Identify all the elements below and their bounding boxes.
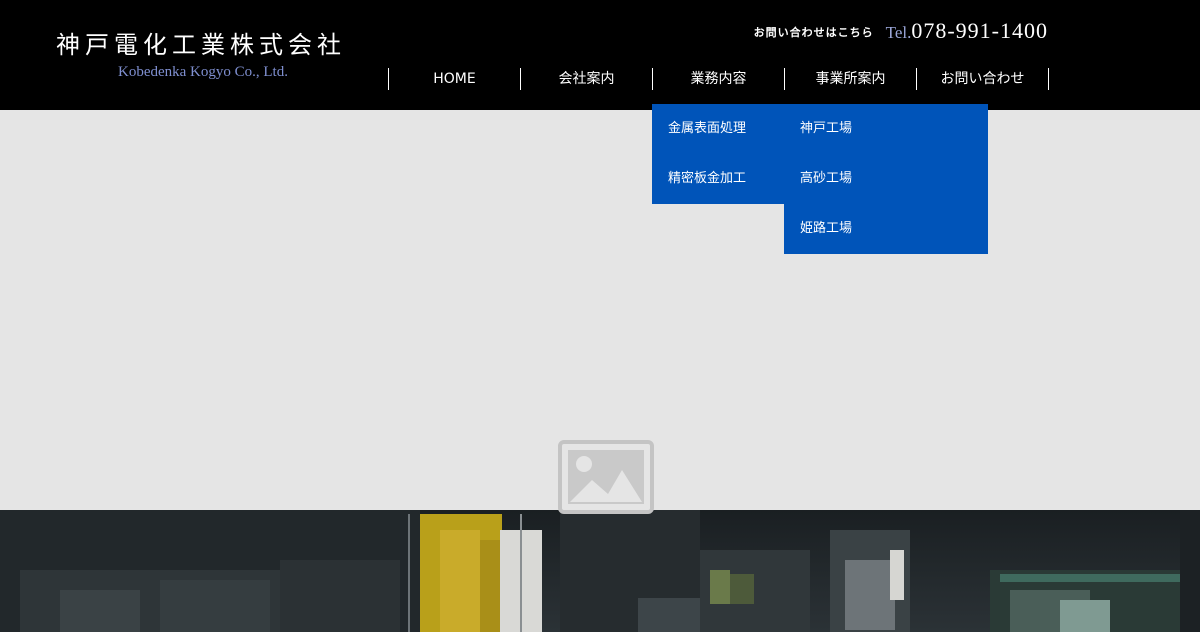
dropdown-item-metal-surface-treatment[interactable]: 金属表面処理 — [652, 104, 784, 154]
logo-english: Kobedenka Kogyo Co., Ltd. — [118, 64, 288, 80]
services-dropdown: 金属表面処理 精密板金加工 — [652, 104, 784, 204]
tel-number[interactable]: 078-991-1400 — [911, 18, 1048, 43]
global-nav: HOME 会社案内 業務内容 事業所案内 お問い合わせ — [388, 68, 1049, 90]
image-placeholder-icon — [558, 440, 654, 514]
nav-item-offices[interactable]: 事業所案内 — [785, 68, 917, 90]
nav-item-home[interactable]: HOME — [389, 68, 521, 90]
contact-block: お問い合わせはこちら Tel.078-991-1400 — [754, 18, 1048, 44]
nav-item-contact[interactable]: お問い合わせ — [917, 68, 1049, 90]
nav-item-services[interactable]: 業務内容 — [653, 68, 785, 90]
dropdown-item-kobe-factory[interactable]: 神戸工場 — [784, 104, 988, 154]
offices-dropdown: 神戸工場 高砂工場 姫路工場 — [784, 104, 988, 254]
nav-item-company[interactable]: 会社案内 — [521, 68, 653, 90]
tel-prefix: Tel. — [885, 23, 912, 42]
logo-japanese: 神戸電化工業株式会社 — [56, 31, 346, 59]
site-header: 神戸電化工業株式会社 Kobedenka Kogyo Co., Ltd. お問い… — [0, 0, 1200, 110]
dropdown-item-himeji-factory[interactable]: 姫路工場 — [784, 204, 988, 254]
dropdown-item-precision-sheet-metal[interactable]: 精密板金加工 — [652, 154, 784, 204]
dropdown-item-takasago-factory[interactable]: 高砂工場 — [784, 154, 988, 204]
contact-label: お問い合わせはこちら — [753, 26, 874, 39]
site-logo[interactable]: 神戸電化工業株式会社 Kobedenka Kogyo Co., Ltd. — [56, 30, 346, 80]
factory-photo — [0, 510, 1200, 632]
